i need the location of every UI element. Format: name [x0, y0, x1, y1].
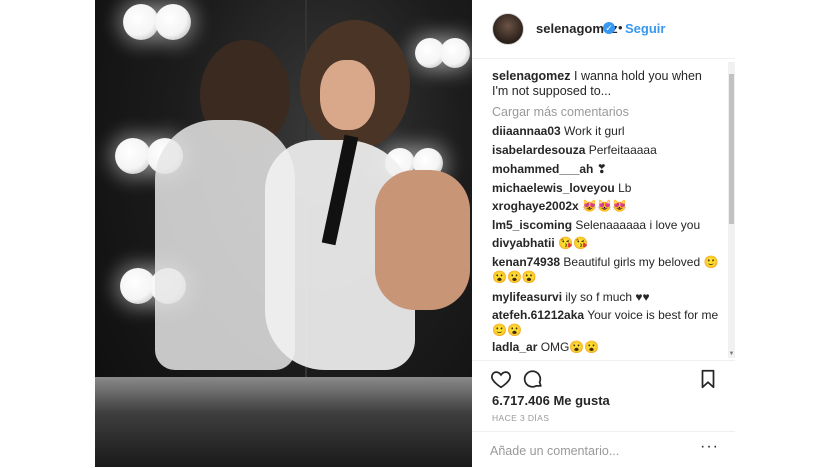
- comment-row: xroghaye2002x 😻😻😻: [492, 199, 722, 214]
- comment-username[interactable]: isabelardesouza: [492, 143, 585, 157]
- heart-icon[interactable]: [490, 368, 512, 390]
- comment-row: isabelardesouza Perfeitaaaaa: [492, 143, 722, 158]
- post-actions-bar: [472, 360, 735, 393]
- post-caption: selenagomez I wanna hold you when I'm no…: [492, 69, 717, 99]
- post-header: selenagomez ✓ • Seguir: [472, 0, 735, 59]
- comment-text: Lb: [618, 181, 632, 195]
- load-more-comments-button[interactable]: Cargar más comentarios: [492, 105, 629, 119]
- avatar[interactable]: [492, 13, 524, 45]
- scroll-down-arrow-icon[interactable]: ▼: [728, 350, 735, 358]
- post-details-panel: selenagomez ✓ • Seguir selenagomez I wan…: [472, 0, 735, 467]
- comment-username[interactable]: mylifeasurvi: [492, 290, 562, 304]
- comment-text: Perfeitaaaaa: [588, 143, 657, 157]
- comment-username[interactable]: diiaannaa03: [492, 124, 561, 138]
- vanity-bulb: [440, 38, 470, 68]
- comment-text: Selenaaaaaa i love you: [575, 218, 701, 232]
- comment-text: ❣: [596, 162, 607, 176]
- comment-row: ladla_ar OMG😮😮: [492, 340, 722, 355]
- comment-text: ily so f much ♥♥: [565, 290, 650, 304]
- comment-username[interactable]: divyabhatii: [492, 236, 555, 250]
- comment-row: diiaannaa03 Work it gurl: [492, 124, 722, 139]
- comment-username[interactable]: michaelewis_loveyou: [492, 181, 615, 195]
- comment-row: michaelewis_loveyou Lb: [492, 181, 722, 196]
- comment-row: mylifeasurvi ily so f much ♥♥: [492, 290, 722, 305]
- comment-username[interactable]: ladla_ar: [492, 340, 537, 354]
- comment-row: kenan74938 Beautiful girls my beloved 🙂😮…: [492, 255, 722, 284]
- follow-button[interactable]: Seguir: [625, 21, 665, 36]
- comment-row: lm5_iscoming Selenaaaaaa i love you: [492, 218, 722, 233]
- separator-dot: •: [618, 20, 623, 35]
- comment-row: mohammed___ah ❣: [492, 162, 722, 177]
- comment-username[interactable]: atefeh.61212aka: [492, 308, 584, 322]
- caption-username[interactable]: selenagomez: [492, 69, 571, 83]
- comment-username[interactable]: lm5_iscoming: [492, 218, 572, 232]
- vanity-table: [95, 377, 472, 467]
- comment-text: OMG😮😮: [540, 340, 600, 354]
- vanity-bulb: [115, 138, 151, 174]
- post-photo[interactable]: [95, 0, 472, 467]
- comment-username[interactable]: xroghaye2002x: [492, 199, 579, 213]
- comments-list[interactable]: selenagomez I wanna hold you when I'm no…: [472, 58, 735, 358]
- comment-row: divyabhatii 😘😘: [492, 236, 722, 251]
- comments-scrollbar[interactable]: [728, 62, 735, 358]
- comment-text: 😘😘: [558, 236, 588, 250]
- scrollbar-thumb[interactable]: [729, 74, 734, 224]
- bookmark-icon[interactable]: [697, 368, 719, 390]
- comment-username[interactable]: mohammed___ah: [492, 162, 593, 176]
- verified-badge-icon: ✓: [603, 22, 615, 34]
- comment-text: 😻😻😻: [582, 199, 627, 213]
- comment-row: atefeh.61212aka Your voice is best for m…: [492, 308, 722, 337]
- subject-face: [320, 60, 375, 130]
- comment-icon[interactable]: [522, 368, 544, 390]
- vanity-bulb: [155, 4, 191, 40]
- more-options-icon[interactable]: ···: [700, 438, 719, 456]
- comment-username[interactable]: kenan74938: [492, 255, 560, 269]
- subject-legs: [375, 170, 470, 310]
- add-comment-bar: ···: [472, 431, 735, 468]
- add-comment-input[interactable]: [490, 442, 690, 460]
- comment-text: Work it gurl: [564, 124, 625, 138]
- like-count[interactable]: 6.717.406 Me gusta: [492, 393, 610, 408]
- post-timestamp[interactable]: HACE 3 DÍAS: [492, 413, 549, 423]
- vanity-bulb: [123, 4, 159, 40]
